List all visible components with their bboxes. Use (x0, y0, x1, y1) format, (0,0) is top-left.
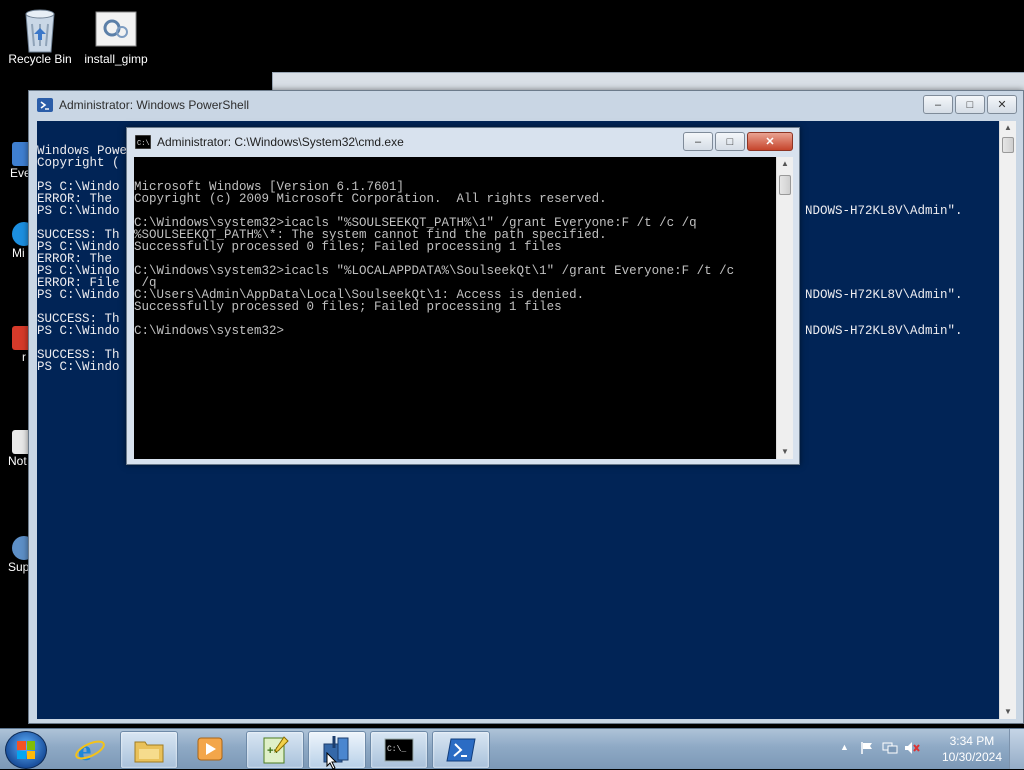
svg-text:C:\_: C:\_ (387, 745, 406, 754)
cmd-titlebar[interactable]: C:\ Administrator: C:\Windows\System32\c… (127, 128, 799, 156)
taskbar-item-installer[interactable] (308, 731, 366, 770)
show-hidden-icons-icon[interactable]: ▲ (840, 742, 849, 752)
mouse-cursor-icon (326, 752, 338, 770)
volume-muted-icon[interactable] (904, 741, 920, 755)
scrollbar-thumb[interactable] (1002, 137, 1014, 153)
desktop-icon-label: Not (8, 454, 27, 468)
console-line: C:\Windows\system32> (134, 324, 285, 338)
folder-icon (134, 741, 164, 763)
desktop-icon-label: r (22, 350, 26, 364)
scroll-up-arrow-icon[interactable]: ▲ (777, 157, 793, 171)
desktop-icon-label: Sup (8, 560, 30, 574)
taskbar: e ++ C:\_ ▲ 3:34 PM 10/30/2024 (0, 728, 1024, 770)
taskbar-item-powershell[interactable] (432, 731, 490, 769)
action-center-flag-icon[interactable] (860, 741, 874, 755)
minimize-button[interactable]: – (923, 95, 953, 114)
clock-time: 3:34 PM (949, 734, 995, 748)
notepad-plus-plus-icon: ++ (263, 736, 289, 764)
console-line: Copyright (c) 2009 Microsoft Corporation… (134, 192, 607, 206)
console-line-fragment: NDOWS-H72KL8V\Admin". (805, 204, 963, 218)
desktop-icon-label: Recycle Bin (8, 52, 72, 66)
console-output: Microsoft Windows [Version 6.1.7601] Copy… (134, 181, 776, 338)
taskbar-item-media-player[interactable] (182, 731, 238, 767)
network-icon[interactable] (882, 741, 898, 755)
taskbar-item-notepad-plus-plus[interactable]: ++ (246, 731, 304, 769)
desktop-icon-partial[interactable]: Mi (0, 222, 30, 260)
start-button[interactable] (5, 731, 47, 769)
close-button[interactable]: ✕ (987, 95, 1017, 114)
desktop-icon-partial[interactable]: Not (0, 430, 30, 468)
windows-logo-icon (17, 741, 35, 759)
scroll-down-arrow-icon[interactable]: ▼ (1000, 705, 1016, 719)
svg-text:C:\: C:\ (137, 140, 150, 148)
desktop-icon-partial[interactable]: Sup (0, 536, 30, 574)
system-tray: ▲ 3:34 PM 10/30/2024 (834, 729, 1024, 769)
maximize-button[interactable]: □ (955, 95, 985, 114)
recycle-bin-icon (18, 6, 62, 53)
clock-date: 10/30/2024 (941, 750, 1002, 764)
maximize-button[interactable]: □ (715, 132, 745, 151)
desktop-icon-recycle-bin[interactable]: Recycle Bin (0, 6, 80, 66)
console-line-fragment: NDOWS-H72KL8V\Admin". (805, 288, 963, 302)
desktop-icon-label: install_gimp (84, 52, 148, 66)
console-line: C:\Windows\system32>icacls "%LOCALAPPDAT… (134, 264, 735, 278)
scroll-down-arrow-icon[interactable]: ▼ (777, 445, 793, 459)
taskbar-item-cmd[interactable]: C:\_ (370, 731, 428, 769)
close-button[interactable]: ✕ (747, 132, 793, 151)
desktop-icon-partial[interactable]: r (0, 326, 30, 364)
minimize-button[interactable]: – (683, 132, 713, 151)
powershell-icon (37, 98, 53, 112)
scroll-up-arrow-icon[interactable]: ▲ (1000, 121, 1016, 135)
show-desktop-button[interactable] (1009, 729, 1024, 769)
powershell-icon (446, 738, 476, 762)
powershell-titlebar[interactable]: Administrator: Windows PowerShell – □ ✕ (29, 91, 1023, 119)
cmd-console[interactable]: Microsoft Windows [Version 6.1.7601] Copy… (134, 157, 776, 459)
taskbar-item-windows-explorer[interactable] (120, 731, 178, 769)
cmd-icon: C:\_ (384, 738, 414, 762)
taskbar-item-internet-explorer[interactable]: e (62, 731, 118, 767)
cmd-window[interactable]: C:\ Administrator: C:\Windows\System32\c… (126, 127, 800, 465)
window-title: Administrator: Windows PowerShell (59, 98, 250, 112)
powershell-scrollbar[interactable]: ▲ ▼ (999, 121, 1016, 719)
cmd-icon: C:\ (135, 135, 151, 149)
media-player-icon (197, 737, 223, 761)
desktop-icon-install-gimp[interactable]: install_gimp (76, 6, 156, 66)
clock[interactable]: 3:34 PM 10/30/2024 (942, 733, 1002, 765)
console-line: Successfully processed 0 files; Failed p… (134, 300, 562, 314)
script-file-icon (94, 6, 138, 50)
desktop-icon-partial[interactable]: Eve (0, 142, 30, 180)
desktop-icon-label: Mi (12, 246, 25, 260)
window-title: Administrator: C:\Windows\System32\cmd.e… (157, 135, 404, 149)
scrollbar-thumb[interactable] (779, 175, 791, 195)
cmd-scrollbar[interactable]: ▲ ▼ (776, 157, 793, 459)
ie-icon: e (75, 734, 105, 765)
desktop-icon-label: Eve (10, 166, 30, 180)
console-line-fragment: NDOWS-H72KL8V\Admin". (805, 324, 963, 338)
console-line: Successfully processed 0 files; Failed p… (134, 240, 562, 254)
